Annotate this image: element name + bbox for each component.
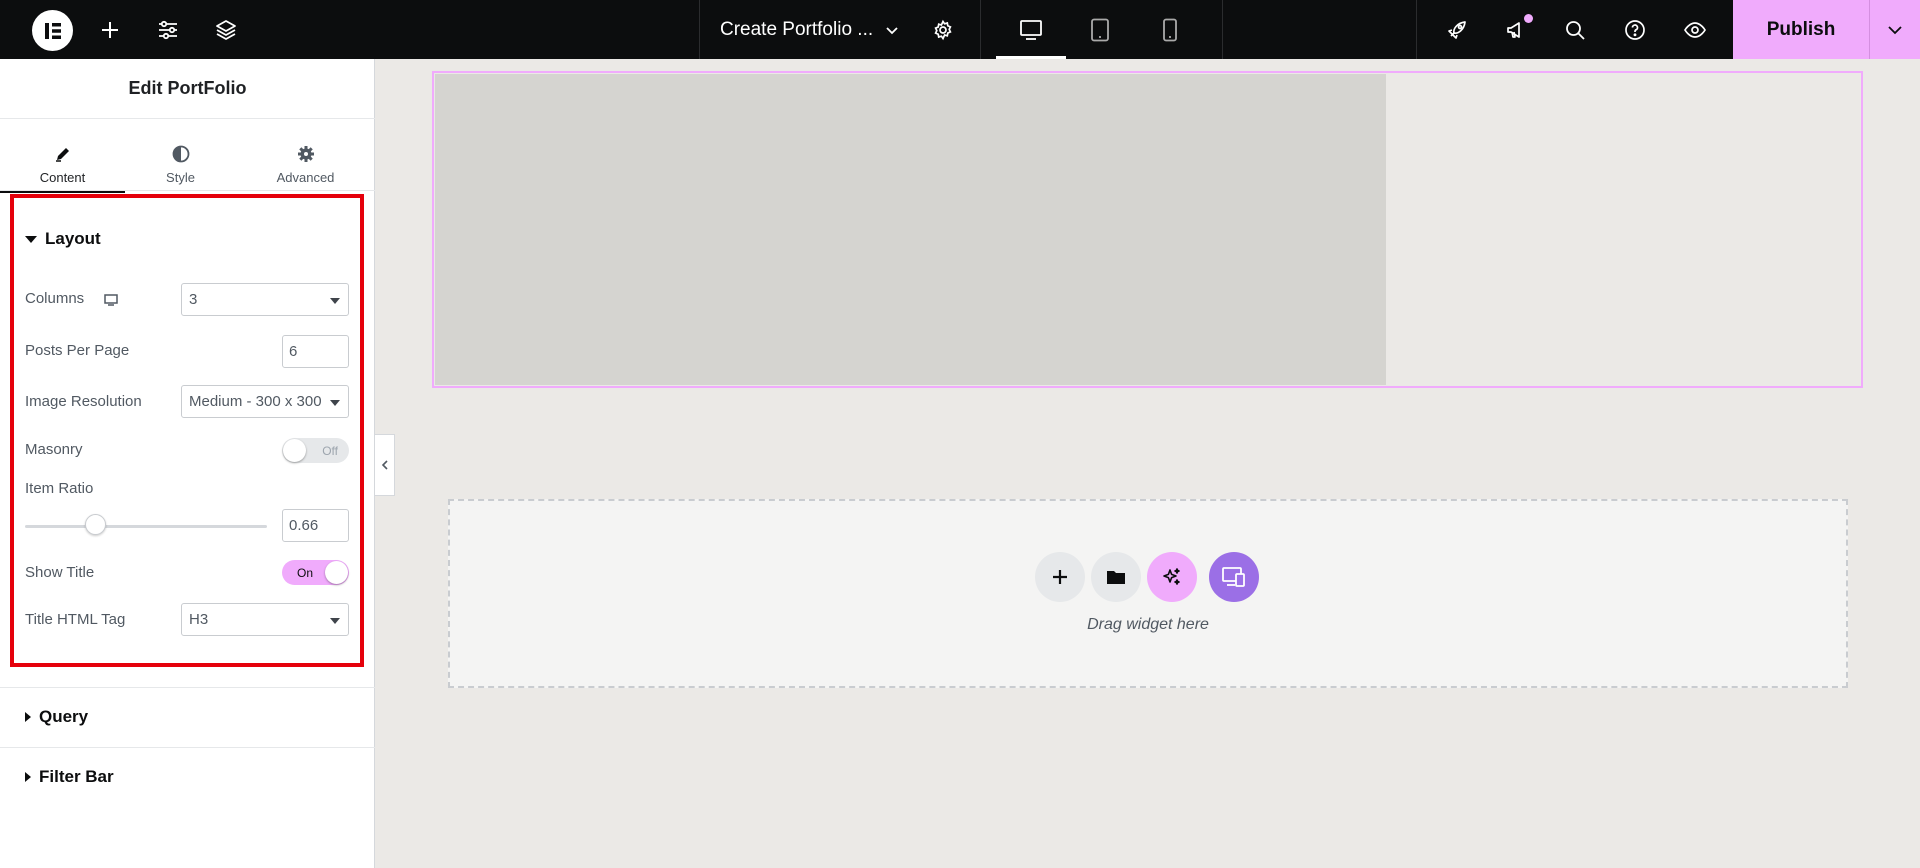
widget-dropzone[interactable] bbox=[448, 499, 1848, 688]
ai-button[interactable] bbox=[1147, 552, 1197, 602]
top-bar: Create Portfolio ... Publish bbox=[0, 0, 1920, 59]
toggle-knob bbox=[325, 561, 348, 584]
caret-down-icon bbox=[330, 618, 340, 624]
tabs-divider bbox=[0, 190, 375, 191]
columns-label: Columns bbox=[25, 290, 85, 307]
caret-down-icon bbox=[330, 400, 340, 406]
portfolio-item-placeholder[interactable] bbox=[435, 74, 1386, 385]
document-title[interactable]: Create Portfolio ... bbox=[720, 0, 873, 59]
panel-title: Edit PortFolio bbox=[0, 59, 375, 119]
tab-label: Advanced bbox=[276, 170, 335, 185]
active-device-indicator bbox=[996, 56, 1066, 59]
item-ratio-slider-handle[interactable] bbox=[84, 514, 106, 535]
title-html-tag-select[interactable]: H3 bbox=[181, 603, 349, 636]
add-section-icon bbox=[1053, 570, 1067, 584]
layout-section-highlight bbox=[10, 194, 364, 667]
toggle-state: On bbox=[297, 565, 314, 580]
separator bbox=[1222, 0, 1223, 59]
item-ratio-label: Item Ratio bbox=[25, 480, 94, 497]
image-resolution-select[interactable]: Medium - 300 x 300 bbox=[181, 385, 349, 418]
gear-icon bbox=[297, 144, 315, 164]
structure-icon[interactable] bbox=[212, 0, 240, 59]
half-circle-icon bbox=[172, 144, 190, 164]
search-icon[interactable] bbox=[1561, 0, 1589, 59]
caret-down-icon bbox=[25, 235, 37, 243]
posts-per-page-label: Posts Per Page bbox=[25, 342, 130, 359]
layout-section-toggle[interactable]: Layout bbox=[25, 229, 101, 249]
template-library-icon bbox=[1107, 571, 1125, 584]
caret-down-icon bbox=[330, 298, 340, 304]
template-library-button[interactable] bbox=[1091, 552, 1141, 602]
eye-icon[interactable] bbox=[1681, 0, 1709, 59]
toggle-knob bbox=[283, 439, 306, 462]
posts-per-page-input[interactable]: 6 bbox=[282, 335, 349, 368]
section-title: Filter Bar bbox=[39, 767, 114, 786]
query-section-toggle[interactable]: Query bbox=[25, 707, 88, 727]
masonry-label: Masonry bbox=[25, 441, 83, 458]
responsive-desktop-icon[interactable] bbox=[104, 293, 118, 311]
elementor-logo-icon[interactable] bbox=[32, 10, 73, 51]
portfolio-widget[interactable] bbox=[432, 71, 1863, 388]
tab-label: Style bbox=[166, 170, 195, 185]
mobile-icon[interactable] bbox=[1157, 0, 1183, 59]
separator bbox=[1416, 0, 1417, 59]
columns-select[interactable]: 3 bbox=[181, 283, 349, 316]
filter-bar-section-toggle[interactable]: Filter Bar bbox=[25, 767, 114, 787]
tab-style[interactable]: Style bbox=[118, 132, 243, 193]
ai-sparkle-icon bbox=[1163, 568, 1180, 585]
publish-button[interactable]: Publish bbox=[1733, 0, 1869, 59]
responsive-preview-icon bbox=[1222, 567, 1245, 587]
caret-right-icon bbox=[25, 772, 31, 782]
title-html-tag-label: Title HTML Tag bbox=[25, 611, 126, 628]
item-ratio-input[interactable]: 0.66 bbox=[282, 509, 349, 542]
pencil-icon bbox=[54, 144, 72, 164]
chevron-left-icon bbox=[381, 460, 388, 470]
section-divider bbox=[0, 747, 375, 748]
toggle-state: Off bbox=[322, 443, 338, 458]
caret-right-icon bbox=[25, 712, 31, 722]
columns-value: 3 bbox=[189, 291, 198, 308]
collapse-panel-button[interactable] bbox=[375, 434, 395, 496]
section-title: Query bbox=[39, 707, 89, 726]
tablet-icon[interactable] bbox=[1086, 0, 1114, 59]
show-title-label: Show Title bbox=[25, 564, 95, 581]
responsive-preview-button[interactable] bbox=[1209, 552, 1259, 602]
section-title: Layout bbox=[45, 229, 101, 248]
publish-options-button[interactable] bbox=[1869, 0, 1920, 59]
separator bbox=[699, 0, 700, 59]
desktop-icon[interactable] bbox=[1016, 0, 1046, 59]
drag-widget-label: Drag widget here bbox=[1087, 616, 1209, 633]
add-section-button[interactable] bbox=[1035, 552, 1085, 602]
site-settings-icon[interactable] bbox=[154, 0, 182, 59]
section-divider bbox=[0, 687, 375, 688]
show-title-toggle[interactable]: On bbox=[282, 560, 349, 585]
image-resolution-label: Image Resolution bbox=[25, 393, 142, 410]
notification-dot bbox=[1524, 14, 1533, 23]
chevron-down-icon bbox=[1888, 25, 1902, 34]
masonry-toggle[interactable]: Off bbox=[282, 438, 349, 463]
item-ratio-slider[interactable] bbox=[25, 525, 267, 528]
help-icon[interactable] bbox=[1621, 0, 1649, 59]
image-resolution-value: Medium - 300 x 300 bbox=[189, 393, 322, 410]
rocket-icon[interactable] bbox=[1443, 0, 1471, 59]
tab-advanced[interactable]: Advanced bbox=[243, 132, 368, 193]
add-icon[interactable] bbox=[96, 0, 124, 59]
tab-content[interactable]: Content bbox=[0, 132, 125, 193]
title-html-tag-value: H3 bbox=[189, 611, 209, 628]
megaphone-icon[interactable] bbox=[1502, 0, 1530, 59]
chevron-down-icon[interactable] bbox=[880, 0, 904, 59]
tab-label: Content bbox=[39, 170, 86, 185]
gear-icon[interactable] bbox=[929, 0, 957, 59]
separator bbox=[980, 0, 981, 59]
